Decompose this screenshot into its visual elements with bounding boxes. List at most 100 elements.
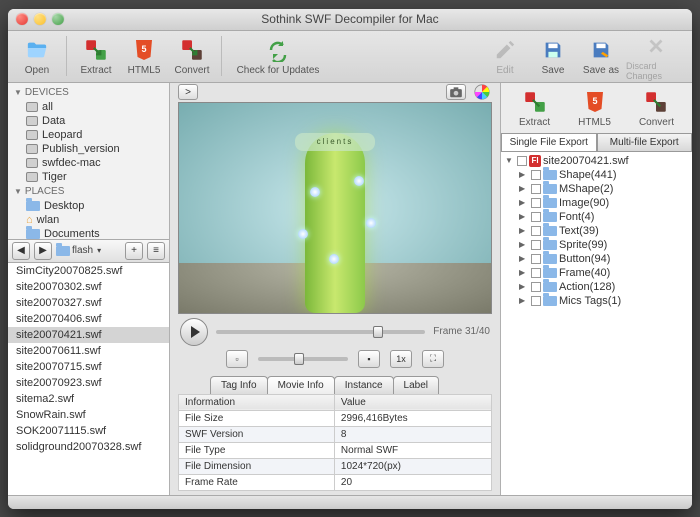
extract-icon xyxy=(521,88,549,116)
close-button[interactable] xyxy=(16,13,28,25)
save-as-button[interactable]: Save as xyxy=(578,36,624,76)
camera-icon[interactable] xyxy=(446,84,466,100)
checkbox[interactable] xyxy=(531,170,541,180)
rp-html5-button[interactable]: 5 HTML5 xyxy=(578,88,611,128)
zoom-slider[interactable] xyxy=(258,357,348,361)
open-button[interactable]: Open xyxy=(14,36,60,76)
file-row[interactable]: SOK20071115.swf xyxy=(8,423,169,439)
tree-root[interactable]: ▼ Fl site20070421.swf xyxy=(503,154,690,168)
extract-icon xyxy=(82,36,110,64)
edit-button[interactable]: Edit xyxy=(482,36,528,76)
file-row[interactable]: site20070327.swf xyxy=(8,295,169,311)
tree-node[interactable]: ▶Action(128) xyxy=(517,280,690,294)
file-row[interactable]: site20070715.swf xyxy=(8,359,169,375)
device-item[interactable]: Publish_version xyxy=(8,142,169,156)
file-row[interactable]: sitema2.swf xyxy=(8,391,169,407)
checkbox[interactable] xyxy=(531,296,541,306)
tree-node[interactable]: ▶Text(39) xyxy=(517,224,690,238)
device-item[interactable]: Data xyxy=(8,114,169,128)
file-row[interactable]: SimCity20070825.swf xyxy=(8,263,169,279)
convert-button[interactable]: Convert xyxy=(169,36,215,76)
tree-node[interactable]: ▶Button(94) xyxy=(517,252,690,266)
nav-forward-button[interactable]: ▶ xyxy=(34,242,52,260)
add-button[interactable]: + xyxy=(125,242,143,260)
nav-back-button[interactable]: ◀ xyxy=(12,242,30,260)
zoom-in-icon[interactable]: ▪ xyxy=(358,350,380,368)
rp-extract-button[interactable]: Extract xyxy=(519,88,550,128)
checkbox[interactable] xyxy=(531,198,541,208)
zoom-out-icon[interactable]: ▫ xyxy=(226,350,248,368)
table-row: Frame Rate20 xyxy=(179,474,492,490)
extract-button[interactable]: Extract xyxy=(73,36,119,76)
flash-icon: Fl xyxy=(529,155,541,167)
file-row[interactable]: site20070302.swf xyxy=(8,279,169,295)
file-list[interactable]: SimCity20070825.swfsite20070302.swfsite2… xyxy=(8,263,169,495)
separator xyxy=(221,36,222,76)
file-row[interactable]: site20070611.swf xyxy=(8,343,169,359)
drive-icon xyxy=(26,102,38,112)
devices-header[interactable]: DEVICES xyxy=(8,85,169,100)
device-item[interactable]: Tiger xyxy=(8,170,169,184)
file-row[interactable]: SnowRain.swf xyxy=(8,407,169,423)
fullscreen-button[interactable]: ⛶ xyxy=(422,350,444,368)
tree-node[interactable]: ▶Font(4) xyxy=(517,210,690,224)
resource-tree[interactable]: ▼ Fl site20070421.swf ▶Shape(441)▶MShape… xyxy=(501,152,692,495)
html5-button[interactable]: 5 HTML5 xyxy=(121,36,167,76)
zoom-button[interactable] xyxy=(52,13,64,25)
file-row[interactable]: site20070406.swf xyxy=(8,311,169,327)
tree-node[interactable]: ▶Mics Tags(1) xyxy=(517,294,690,308)
checkbox[interactable] xyxy=(531,282,541,292)
frame-slider[interactable] xyxy=(216,330,425,334)
refresh-icon xyxy=(264,36,292,64)
tree-node[interactable]: ▶MShape(2) xyxy=(517,182,690,196)
tab-instance[interactable]: Instance xyxy=(334,376,394,394)
checkbox[interactable] xyxy=(531,184,541,194)
place-item[interactable]: Desktop xyxy=(8,199,169,213)
folder-icon xyxy=(543,254,557,264)
discard-button[interactable]: Discard Changes xyxy=(626,32,686,81)
device-item[interactable]: all xyxy=(8,100,169,114)
file-row[interactable]: site20070923.swf xyxy=(8,375,169,391)
preview-eject-button[interactable]: > xyxy=(178,84,198,100)
list-button[interactable]: ≡ xyxy=(147,242,165,260)
play-button[interactable] xyxy=(180,318,208,346)
device-item[interactable]: Leopard xyxy=(8,128,169,142)
device-item[interactable]: swfdec-mac xyxy=(8,156,169,170)
drive-icon xyxy=(26,130,38,140)
tab-single-export[interactable]: Single File Export xyxy=(501,133,597,151)
checkbox[interactable] xyxy=(531,212,541,222)
checkbox[interactable] xyxy=(531,240,541,250)
rp-convert-button[interactable]: Convert xyxy=(639,88,674,128)
tab-multi-export[interactable]: Multi-file Export xyxy=(597,133,693,151)
file-row[interactable]: solidground20070328.swf xyxy=(8,439,169,455)
tree-node[interactable]: ▶Sprite(99) xyxy=(517,238,690,252)
save-button[interactable]: Save xyxy=(530,36,576,76)
drive-icon xyxy=(26,144,38,154)
place-item[interactable]: ⌂wlan xyxy=(8,213,169,227)
file-row[interactable]: site20070421.swf xyxy=(8,327,169,343)
col-information: Information xyxy=(179,394,335,410)
tree-node[interactable]: ▶Frame(40) xyxy=(517,266,690,280)
checkbox[interactable] xyxy=(531,226,541,236)
places-header[interactable]: PLACES xyxy=(8,184,169,199)
minimize-button[interactable] xyxy=(34,13,46,25)
tab-movie-info[interactable]: Movie Info xyxy=(267,376,335,394)
tab-tag-info[interactable]: Tag Info xyxy=(210,376,268,394)
traffic-lights xyxy=(16,13,64,25)
tree-node[interactable]: ▶Shape(441) xyxy=(517,168,690,182)
save-icon xyxy=(539,36,567,64)
zoom-reset-button[interactable]: 1x xyxy=(390,350,412,368)
tree-node[interactable]: ▶Image(90) xyxy=(517,196,690,210)
checkbox[interactable] xyxy=(531,268,541,278)
table-row: File TypeNormal SWF xyxy=(179,442,492,458)
statusbar xyxy=(8,495,692,509)
checkbox[interactable] xyxy=(531,254,541,264)
titlebar: Sothink SWF Decompiler for Mac xyxy=(8,9,692,31)
place-item[interactable]: Documents xyxy=(8,227,169,239)
app-window: Sothink SWF Decompiler for Mac Open Extr… xyxy=(8,9,692,509)
breadcrumb-folder[interactable]: flash▾ xyxy=(56,245,101,256)
color-wheel-icon[interactable] xyxy=(472,84,492,100)
check-updates-button[interactable]: Check for Updates xyxy=(228,36,328,76)
export-toolbar: Extract 5 HTML5 Convert xyxy=(501,83,692,133)
tab-label[interactable]: Label xyxy=(393,376,439,394)
